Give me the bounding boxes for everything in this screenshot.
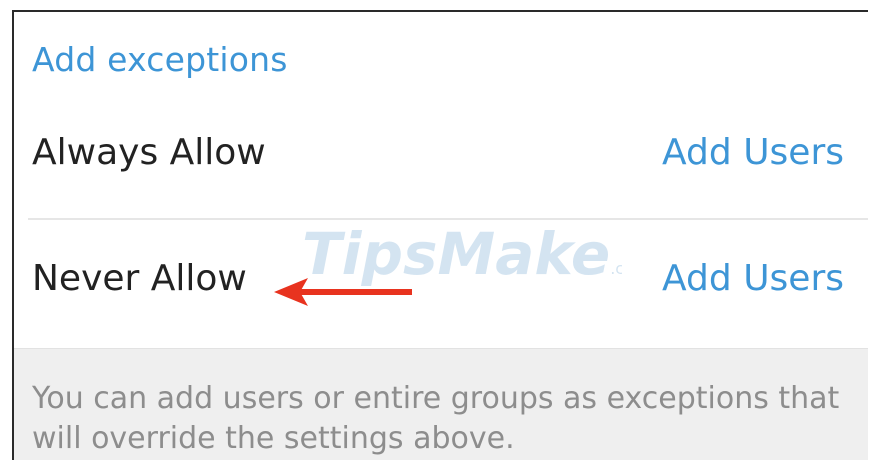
never-allow-label: Never Allow (32, 258, 247, 299)
divider (28, 218, 868, 220)
always-allow-row[interactable]: Always Allow Add Users (14, 108, 868, 208)
footer-hint: You can add users or entire groups as ex… (14, 348, 868, 460)
settings-panel: Add exceptions Always Allow Add Users Ne… (12, 10, 868, 460)
always-allow-label: Always Allow (32, 132, 266, 173)
red-arrow-icon (274, 278, 412, 306)
never-allow-row[interactable]: Never Allow Add Users (14, 234, 868, 334)
never-allow-add-users-button[interactable]: Add Users (662, 258, 844, 299)
always-allow-add-users-button[interactable]: Add Users (662, 132, 844, 173)
section-title: Add exceptions (32, 40, 288, 79)
footer-hint-text: You can add users or entire groups as ex… (32, 381, 840, 456)
